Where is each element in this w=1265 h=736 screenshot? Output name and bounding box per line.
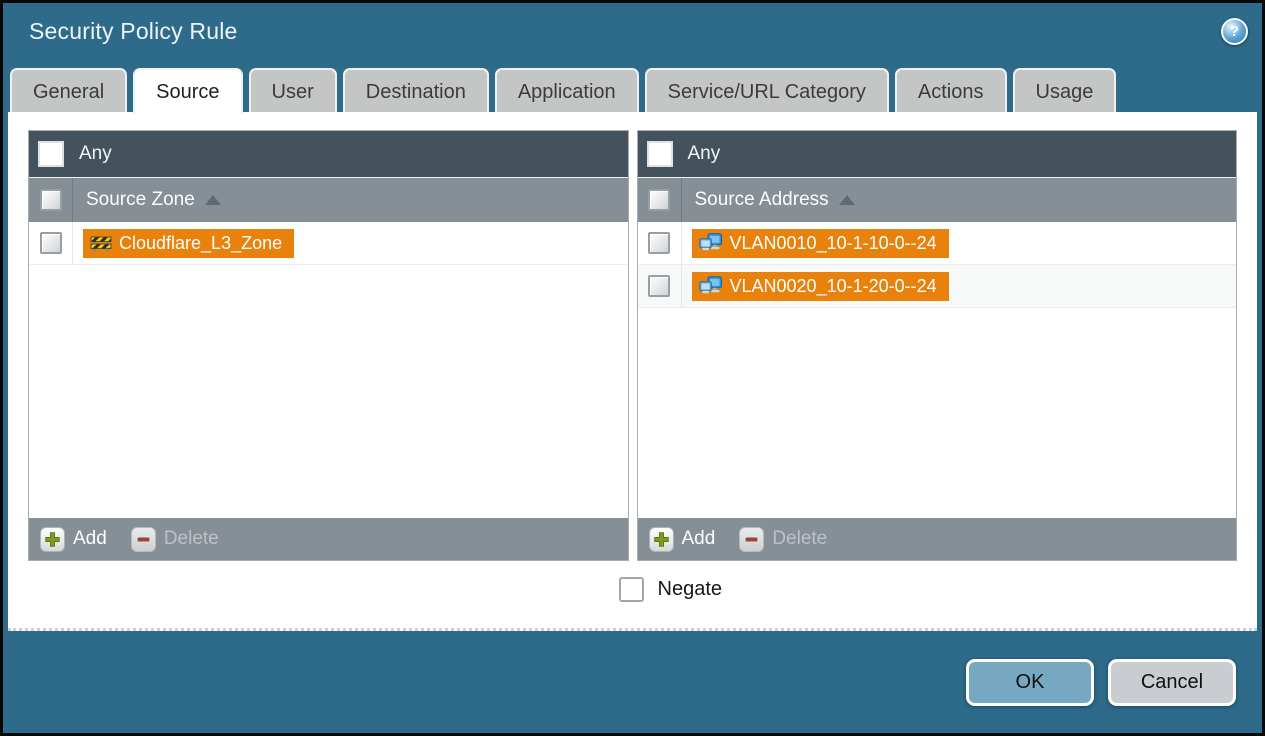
delete-label: Delete <box>772 528 828 549</box>
tab-application[interactable]: Application <box>494 68 639 112</box>
address-icon <box>698 276 723 296</box>
address-icon <box>698 233 723 253</box>
zone-icon <box>90 234 112 252</box>
tab-service-url-category[interactable]: Service/URL Category <box>644 68 889 112</box>
source-zone-panel: Any Source Zone Cloudflare_L3_Zone Add D… <box>28 130 629 561</box>
add-icon <box>648 526 674 552</box>
security-policy-rule-dialog: Security Policy Rule ? General Source Us… <box>0 0 1265 736</box>
row-checkbox[interactable] <box>648 232 670 254</box>
address-name: VLAN0020_10-1-20-0--24 <box>729 275 937 296</box>
tab-actions[interactable]: Actions <box>894 68 1007 112</box>
table-row[interactable]: VLAN0020_10-1-20-0--24 <box>637 265 1236 308</box>
source-zone-list: Cloudflare_L3_Zone <box>29 222 628 518</box>
source-zone-column-title: Source Zone <box>86 189 195 210</box>
add-label: Add <box>73 528 107 549</box>
tab-user[interactable]: User <box>248 68 337 112</box>
negate-checkbox[interactable] <box>618 577 644 602</box>
table-row[interactable]: VLAN0010_10-1-10-0--24 <box>637 222 1236 265</box>
source-address-any-label: Any <box>687 143 721 164</box>
negate-row: Negate <box>618 577 1238 602</box>
source-address-footer: Add Delete <box>637 518 1236 560</box>
source-address-select-all-checkbox[interactable] <box>648 189 670 211</box>
tab-source[interactable]: Source <box>133 68 243 114</box>
negate-label: Negate <box>657 578 723 600</box>
dialog-button-bar: OK Cancel <box>3 631 1262 733</box>
ok-button[interactable]: OK <box>966 659 1094 706</box>
row-checkbox-cell <box>638 265 682 307</box>
source-zone-any-header: Any <box>29 131 628 177</box>
tab-destination[interactable]: Destination <box>342 68 489 112</box>
source-zone-column-header[interactable]: Source Zone <box>29 177 628 222</box>
sort-ascending-icon <box>838 195 855 205</box>
delete-button[interactable]: Delete <box>130 526 219 552</box>
address-name: VLAN0010_10-1-10-0--24 <box>729 232 937 253</box>
source-zone-footer: Add Delete <box>29 518 628 560</box>
address-entry[interactable]: VLAN0020_10-1-20-0--24 <box>691 271 949 301</box>
row-checkbox[interactable] <box>39 232 62 254</box>
cancel-button[interactable]: Cancel <box>1108 659 1236 706</box>
source-address-panel: Any Source Address VLAN0010_10-1-10-0--2… <box>636 130 1237 561</box>
help-glyph: ? <box>1229 23 1240 40</box>
zone-name: Cloudflare_L3_Zone <box>119 232 283 253</box>
delete-icon <box>130 526 156 552</box>
add-icon <box>40 526 65 552</box>
row-checkbox-cell <box>638 222 682 264</box>
row-checkbox[interactable] <box>648 275 670 297</box>
delete-label: Delete <box>163 528 219 549</box>
source-address-column-header[interactable]: Source Address <box>637 177 1236 222</box>
source-address-any-header: Any <box>637 131 1236 177</box>
delete-icon <box>739 526 765 552</box>
title-bar: Security Policy Rule ? <box>3 3 1262 60</box>
source-address-list: VLAN0010_10-1-10-0--24 VLAN0020_10-1-20-… <box>637 222 1236 518</box>
source-zone-any-label: Any <box>79 143 112 164</box>
add-label: Add <box>681 528 716 549</box>
source-zone-select-all-cell <box>29 178 73 222</box>
table-row[interactable]: Cloudflare_L3_Zone <box>29 222 628 265</box>
add-button[interactable]: Add <box>40 526 107 552</box>
tab-bar: General Source User Destination Applicat… <box>3 60 1262 114</box>
delete-button[interactable]: Delete <box>739 526 828 552</box>
add-button[interactable]: Add <box>648 526 716 552</box>
row-checkbox-cell <box>29 222 73 264</box>
dialog-title: Security Policy Rule <box>29 18 238 44</box>
tab-general[interactable]: General <box>10 68 128 112</box>
source-address-column-title: Source Address <box>694 189 829 210</box>
source-tab-content: Any Source Zone Cloudflare_L3_Zone Add D… <box>8 112 1257 631</box>
help-icon[interactable]: ? <box>1221 18 1248 45</box>
address-entry[interactable]: VLAN0010_10-1-10-0--24 <box>691 228 949 258</box>
sort-ascending-icon <box>204 195 221 205</box>
source-address-select-all-cell <box>638 178 682 222</box>
source-zone-any-checkbox[interactable] <box>38 141 64 167</box>
zone-entry[interactable]: Cloudflare_L3_Zone <box>83 228 295 258</box>
source-address-any-checkbox[interactable] <box>646 141 673 167</box>
panels-container: Any Source Zone Cloudflare_L3_Zone Add D… <box>28 130 1237 561</box>
source-zone-select-all-checkbox[interactable] <box>39 189 62 211</box>
tab-usage[interactable]: Usage <box>1012 68 1117 112</box>
